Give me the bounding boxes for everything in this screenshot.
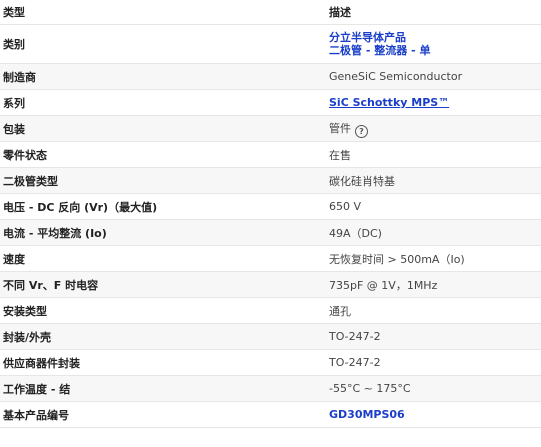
header-type: 类型: [0, 0, 326, 25]
attr-label: 不同 Vr、F 时电容: [0, 271, 326, 298]
table-row-current: 电流 - 平均整流 (Io) 49A（DC): [0, 219, 541, 246]
attr-label: 工作温度 - 结: [0, 375, 326, 402]
table-row-part-status: 零件状态 在售: [0, 141, 541, 168]
attr-label: 封装/外壳: [0, 323, 326, 350]
table-row-mounting-type: 安装类型 通孔: [0, 297, 541, 324]
table-row-diode-type: 二极管类型 碳化硅肖特基: [0, 167, 541, 194]
table-row-series: 系列 SiC Schottky MPS™: [0, 89, 541, 116]
attr-value: -55°C ~ 175°C: [326, 375, 541, 402]
attr-value: 650 V: [326, 193, 541, 220]
series-link[interactable]: SiC Schottky MPS™: [329, 96, 449, 109]
table-row-operating-temp: 工作温度 - 结 -55°C ~ 175°C: [0, 375, 541, 402]
attr-label: 包装: [0, 115, 326, 142]
attr-label: 系列: [0, 89, 326, 116]
attr-label: 二极管类型: [0, 167, 326, 194]
attr-value: 49A（DC): [326, 219, 541, 246]
attr-value: TO-247-2: [326, 349, 541, 376]
category-link-discrete[interactable]: 分立半导体产品: [329, 31, 541, 44]
attr-value: 无恢复时间 > 500mA（Io): [326, 245, 541, 272]
attr-value: GeneSiC Semiconductor: [326, 63, 541, 90]
attr-value: 在售: [326, 141, 541, 168]
table-row-capacitance: 不同 Vr、F 时电容 735pF @ 1V，1MHz: [0, 271, 541, 298]
series-cell: SiC Schottky MPS™: [326, 89, 541, 116]
table-row-packaging: 包装 管件?: [0, 115, 541, 142]
attr-label: 基本产品编号: [0, 401, 326, 428]
table-row-category: 类别 分立半导体产品 二极管 - 整流器 - 单: [0, 24, 541, 64]
table-header-row: 类型 描述: [0, 0, 541, 25]
packaging-cell: 管件?: [326, 115, 541, 142]
attr-label: 电流 - 平均整流 (Io): [0, 219, 326, 246]
attr-label: 安装类型: [0, 297, 326, 324]
table-row-package-case: 封装/外壳 TO-247-2: [0, 323, 541, 350]
table-row-voltage: 电压 - DC 反向 (Vr)（最大值) 650 V: [0, 193, 541, 220]
product-attributes-table: 类型 描述 类别 分立半导体产品 二极管 - 整流器 - 单 制造商 GeneS…: [0, 0, 541, 428]
attr-value: 碳化硅肖特基: [326, 167, 541, 194]
attr-value: 管件: [329, 121, 351, 135]
attr-label: 电压 - DC 反向 (Vr)（最大值): [0, 193, 326, 220]
question-circle-icon[interactable]: ?: [355, 124, 368, 138]
attr-value: 735pF @ 1V，1MHz: [326, 271, 541, 298]
attr-label: 速度: [0, 245, 326, 272]
table-row-speed: 速度 无恢复时间 > 500mA（Io): [0, 245, 541, 272]
attr-value: 通孔: [326, 297, 541, 324]
base-part-link[interactable]: GD30MPS06: [329, 408, 405, 421]
category-link-diodes-rectifiers-single[interactable]: 二极管 - 整流器 - 单: [329, 44, 541, 57]
base-part-cell: GD30MPS06: [326, 401, 541, 428]
table-row-base-part-number: 基本产品编号 GD30MPS06: [0, 401, 541, 428]
attr-label: 类别: [0, 24, 326, 64]
category-values: 分立半导体产品 二极管 - 整流器 - 单: [326, 24, 541, 64]
attr-value: TO-247-2: [326, 323, 541, 350]
table-row-manufacturer: 制造商 GeneSiC Semiconductor: [0, 63, 541, 90]
table-row-supplier-package: 供应商器件封装 TO-247-2: [0, 349, 541, 376]
attr-label: 制造商: [0, 63, 326, 90]
attr-label: 零件状态: [0, 141, 326, 168]
header-description: 描述: [326, 0, 541, 25]
attr-label: 供应商器件封装: [0, 349, 326, 376]
